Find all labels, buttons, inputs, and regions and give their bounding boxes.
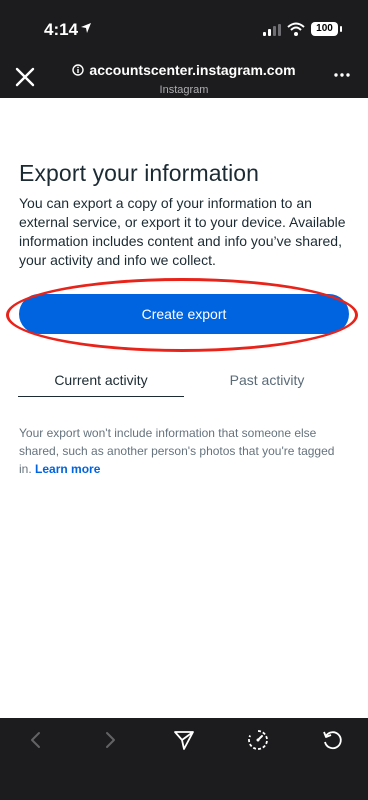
status-time: 4:14 <box>44 20 79 39</box>
share-icon[interactable] <box>172 728 196 752</box>
more-options-icon[interactable] <box>334 72 350 78</box>
forward-icon[interactable] <box>98 728 122 752</box>
page-title: Export your information <box>19 160 260 186</box>
location-arrow-icon <box>81 23 91 33</box>
wifi-icon <box>287 22 305 36</box>
tab-past-activity[interactable]: Past activity <box>184 368 350 396</box>
battery-indicator: 100 <box>311 22 342 36</box>
create-export-button[interactable]: Create export <box>19 294 349 334</box>
status-bar: 4:14 100 <box>0 0 368 52</box>
info-icon <box>72 64 85 76</box>
url-text: accountscenter.instagram.com <box>89 62 296 78</box>
browser-bottom-bar <box>0 718 368 800</box>
tab-current-activity[interactable]: Current activity <box>18 368 184 397</box>
close-icon[interactable] <box>12 64 38 90</box>
learn-more-link[interactable]: Learn more <box>35 462 100 476</box>
back-icon[interactable] <box>24 728 48 752</box>
browser-top-bar: 4:14 100 accountscenter.instagram.com In… <box>0 0 368 98</box>
page-description: You can export a copy of your informatio… <box>19 195 346 268</box>
url-subtitle: Instagram <box>159 84 209 96</box>
refresh-icon[interactable] <box>320 728 344 752</box>
page-content: Export your information You can export a… <box>0 98 368 718</box>
export-note: Your export won't include information th… <box>19 424 349 478</box>
address-bar[interactable]: accountscenter.instagram.com Instagram <box>60 62 308 96</box>
battery-level: 100 <box>316 23 333 34</box>
cellular-signal-icon <box>263 24 281 36</box>
activity-tabs: Current activity Past activity <box>18 368 350 398</box>
speed-icon[interactable] <box>246 728 270 752</box>
